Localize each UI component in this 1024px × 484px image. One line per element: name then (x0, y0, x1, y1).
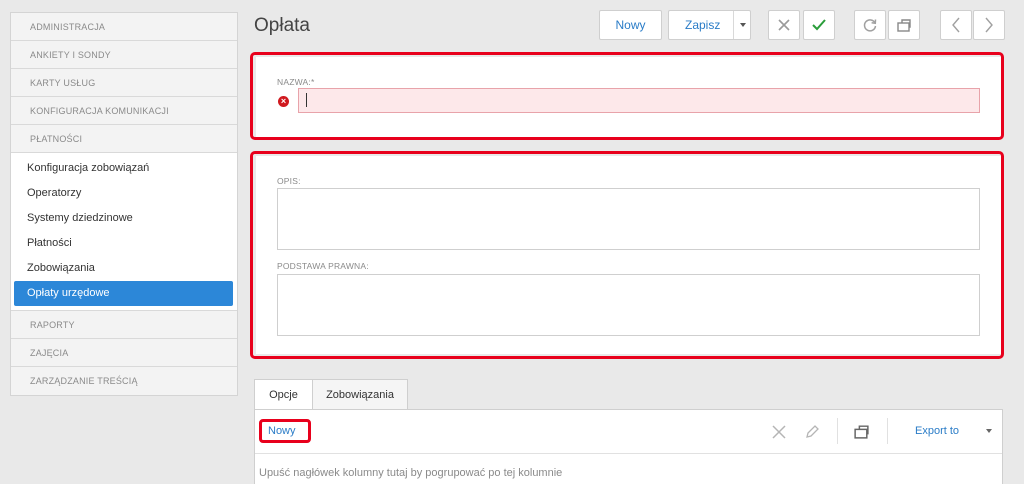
edit-icon[interactable] (804, 424, 820, 440)
refresh-button[interactable] (854, 10, 886, 40)
close-icon (778, 19, 790, 31)
description-label: OPIS: (277, 176, 301, 186)
group-drop-hint: Upuść nagłówek kolumny tutaj by pogrupow… (259, 467, 563, 479)
new-button[interactable]: Nowy (599, 10, 662, 40)
grid-toolbar-divider (887, 418, 888, 444)
legal-basis-label: PODSTAWA PRAWNA: (277, 261, 369, 271)
legal-basis-textarea[interactable] (277, 274, 980, 336)
tab-zobowiazania[interactable]: Zobowiązania (312, 379, 408, 410)
save-split-divider (733, 11, 734, 39)
cancel-button[interactable] (768, 10, 800, 40)
sidebar-section-administracja[interactable]: ADMINISTRACJA (11, 13, 237, 41)
sidebar-item-platnosci[interactable]: Płatności (11, 231, 237, 256)
open-window-button[interactable] (888, 10, 920, 40)
chevron-left-icon (952, 17, 960, 33)
refresh-icon (863, 19, 877, 32)
previous-button[interactable] (940, 10, 972, 40)
accept-button[interactable] (803, 10, 835, 40)
sidebar-section-karty-uslug[interactable]: KARTY USŁUG (11, 69, 237, 97)
window-icon[interactable] (853, 423, 870, 440)
next-button[interactable] (973, 10, 1005, 40)
chevron-down-icon[interactable] (740, 23, 746, 27)
save-button[interactable]: Zapisz (668, 10, 751, 40)
sidebar-item-operatorzy[interactable]: Operatorzy (11, 181, 237, 206)
delete-icon[interactable] (771, 424, 787, 440)
check-icon (812, 19, 826, 31)
sidebar-section-ankiety[interactable]: ANKIETY I SONDY (11, 41, 237, 69)
options-grid: Nowy Export to Upuść nagłówek kolumny tu… (254, 409, 1003, 484)
sidebar-section-raporty[interactable]: RAPORTY (11, 311, 237, 339)
grid-toolbar-divider (837, 418, 838, 444)
page-title: Opłata (254, 15, 310, 36)
description-textarea[interactable] (277, 188, 980, 250)
sidebar-items: Konfiguracja zobowiązań Operatorzy Syste… (11, 153, 237, 311)
window-icon (897, 19, 911, 32)
sidebar-section-konfiguracja-komunikacji[interactable]: KONFIGURACJA KOMUNIKACJI (11, 97, 237, 125)
sidebar-item-konfiguracja-zobowiazan[interactable]: Konfiguracja zobowiązań (11, 156, 237, 181)
save-button-label: Zapisz (685, 18, 721, 32)
sidebar: ADMINISTRACJA ANKIETY I SONDY KARTY USŁU… (10, 12, 238, 396)
grid-toolbar: Nowy Export to (255, 410, 1002, 454)
text-cursor (306, 93, 307, 107)
error-icon: × (278, 96, 289, 107)
tab-opcje[interactable]: Opcje (254, 379, 313, 410)
sidebar-item-zobowiazania[interactable]: Zobowiązania (11, 256, 237, 281)
sidebar-item-systemy-dziedzinowe[interactable]: Systemy dziedzinowe (11, 206, 237, 231)
sidebar-section-platnosci[interactable]: PŁATNOŚCI (11, 125, 237, 153)
grid-new-button[interactable]: Nowy (268, 425, 296, 437)
name-label: NAZWA:* (277, 77, 315, 87)
sidebar-item-oplaty-urzedowe[interactable]: Opłaty urzędowe (14, 281, 233, 306)
chevron-right-icon (985, 17, 993, 33)
name-input[interactable] (298, 88, 980, 113)
chevron-down-icon[interactable] (986, 429, 992, 433)
export-button[interactable]: Export to (915, 425, 959, 437)
sidebar-section-zajecia[interactable]: ZAJĘCIA (11, 339, 237, 367)
sidebar-section-zarzadzanie-trescia[interactable]: ZARZĄDZANIE TREŚCIĄ (11, 367, 237, 395)
